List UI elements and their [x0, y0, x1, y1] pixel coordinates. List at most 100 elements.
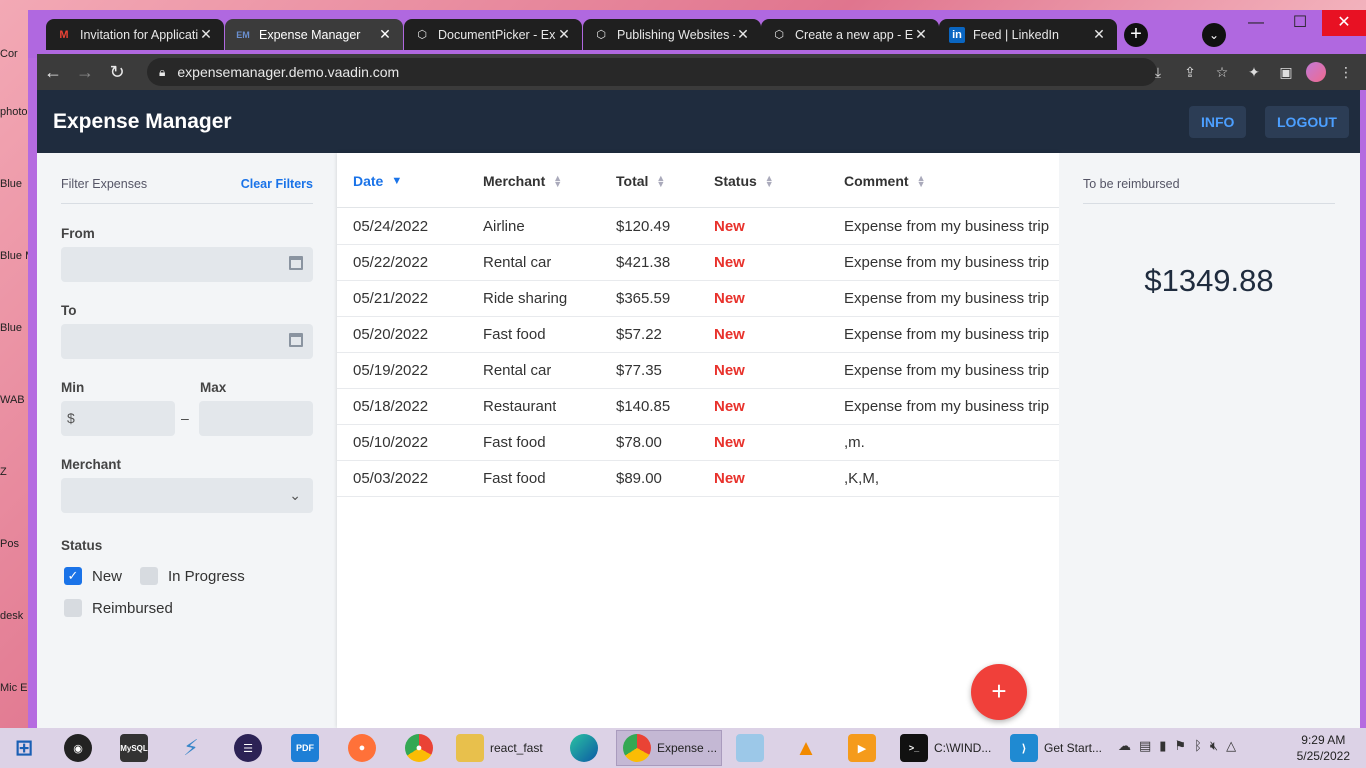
extensions-icon[interactable]: ✦ [1242, 60, 1266, 84]
tab-publishing-websites[interactable]: ⬡ Publishing Websites - ✕ [583, 19, 761, 50]
close-icon[interactable]: ✕ [556, 26, 572, 43]
volume-muted-icon[interactable]: 🔇︎ [1210, 738, 1218, 754]
chrome-icon[interactable] [623, 734, 651, 762]
merchant-select[interactable]: ⌄ [61, 478, 313, 513]
taskbar-app[interactable]: ⚡︎ [177, 730, 205, 766]
column-header-date[interactable]: Date ▼ [353, 173, 402, 189]
sort-icon[interactable]: ▲ ▼ [553, 174, 562, 189]
reload-icon[interactable]: ↻ [101, 56, 133, 88]
taskbar-app[interactable] [570, 730, 598, 766]
start-button[interactable]: ⊞ [10, 730, 38, 766]
table-row[interactable]: 05/19/2022 Rental car $77.35 New Expense fro… [337, 353, 1059, 389]
status-reimbursed-checkbox[interactable]: Reimbursed [64, 599, 173, 617]
minimize-button[interactable]: — [1234, 10, 1278, 36]
forward-icon[interactable]: → [69, 56, 101, 88]
media-player-icon[interactable]: ▶ [848, 734, 876, 762]
taskbar-app[interactable]: Expense ... [616, 730, 722, 766]
firefox-icon[interactable]: ● [348, 734, 376, 762]
app-tray-icon[interactable]: △ [1226, 738, 1236, 754]
clear-filters-button[interactable]: Clear Filters [241, 177, 313, 191]
taskbar-app[interactable]: ⟩ Get Start... [1004, 730, 1110, 766]
status-new-checkbox[interactable]: ✓ New [64, 567, 122, 585]
taskbar-app[interactable]: ● [348, 730, 376, 766]
profile-avatar[interactable] [1306, 62, 1326, 82]
network-icon[interactable]: ▤ [1139, 738, 1151, 754]
bluetooth-icon[interactable]: ᛒ [1194, 738, 1202, 754]
to-date-field[interactable] [61, 324, 313, 359]
calendar-icon[interactable] [289, 256, 303, 270]
min-amount-field[interactable]: $ [61, 401, 175, 436]
taskbar-app[interactable]: PDF [291, 730, 319, 766]
address-bar[interactable]: 🔒︎ expensemanager.demo.vaadin.com [147, 58, 1157, 86]
taskbar-app[interactable]: react_fast [450, 730, 556, 766]
bolt-app-icon[interactable]: ⚡︎ [177, 734, 205, 762]
lock-icon[interactable]: 🔒︎ [159, 65, 165, 80]
close-icon[interactable]: ✕ [913, 26, 929, 43]
close-icon[interactable]: ✕ [198, 26, 214, 43]
tab-gmail[interactable]: M Invitation for Applicati ✕ [46, 19, 224, 50]
windows-start-icon[interactable]: ⊞ [10, 734, 38, 762]
window-close-button[interactable]: ✕ [1322, 10, 1366, 36]
logout-button[interactable]: LOGOUT [1265, 106, 1349, 138]
tab-expense-manager[interactable]: EM Expense Manager ✕ [225, 19, 403, 50]
webcam-icon[interactable]: ◉ [64, 734, 92, 762]
chrome-icon[interactable]: ● [405, 734, 433, 762]
tab-linkedin[interactable]: in Feed | LinkedIn ✕ [939, 19, 1117, 50]
bookmark-star-icon[interactable]: ☆ [1210, 60, 1234, 84]
cmd-icon[interactable]: >_ [900, 734, 928, 762]
status-in-progress-checkbox[interactable]: In Progress [140, 567, 245, 585]
checkmark-icon[interactable]: ✓ [64, 567, 82, 585]
mysql-icon[interactable]: MySQL [120, 734, 148, 762]
table-row[interactable]: 05/10/2022 Fast food $78.00 New ,m. [337, 425, 1059, 461]
taskbar-app[interactable]: ▶ [848, 730, 876, 766]
eclipse-icon[interactable]: ☰ [234, 734, 262, 762]
taskbar-app[interactable]: >_ C:\WIND... [894, 730, 1000, 766]
install-icon[interactable]: ⤓ [1146, 60, 1170, 84]
maximize-button[interactable]: ☐ [1278, 10, 1322, 36]
taskbar-app[interactable]: ◉ [64, 730, 92, 766]
edge-icon[interactable] [570, 734, 598, 762]
sort-icon[interactable]: ▲ ▼ [917, 174, 926, 189]
power-icon[interactable]: ▮ [1159, 738, 1166, 754]
add-expense-button[interactable]: + [971, 664, 1027, 720]
close-icon[interactable]: ✕ [1091, 26, 1107, 43]
table-row[interactable]: 05/20/2022 Fast food $57.22 New Expense from… [337, 317, 1059, 353]
taskbar-app[interactable]: MySQL [120, 730, 148, 766]
from-date-field[interactable] [61, 247, 313, 282]
cloud-icon[interactable]: ☁ [1118, 738, 1131, 754]
pdf-icon[interactable]: PDF [291, 734, 319, 762]
tab-search-button[interactable]: ⌄ [1202, 23, 1226, 47]
table-row[interactable]: 05/24/2022 Airline $120.49 New Expense from … [337, 209, 1059, 245]
folder-icon[interactable] [456, 734, 484, 762]
vscode-icon[interactable]: ⟩ [1010, 734, 1038, 762]
table-row[interactable]: 05/18/2022 Restaurant $140.85 New Expense fr… [337, 389, 1059, 425]
column-header-comment[interactable]: Comment ▲ ▼ [844, 173, 925, 189]
menu-kebab-icon[interactable]: ⋮ [1334, 60, 1358, 84]
clock[interactable]: 9:29 AM 5/25/2022 [1297, 732, 1350, 764]
taskbar-app[interactable]: ☰ [234, 730, 262, 766]
sort-descending-icon[interactable]: ▼ [391, 176, 402, 187]
new-tab-button[interactable]: + [1124, 23, 1148, 47]
column-header-total[interactable]: Total ▲ ▼ [616, 173, 665, 189]
sort-icon[interactable]: ▲ ▼ [656, 174, 665, 189]
column-header-merchant[interactable]: Merchant ▲ ▼ [483, 173, 562, 189]
taskbar-app[interactable] [736, 730, 764, 766]
info-button[interactable]: INFO [1189, 106, 1247, 138]
taskbar-app[interactable]: ● [405, 730, 433, 766]
taskbar-app[interactable]: ▲ [792, 730, 820, 766]
share-icon[interactable]: ⇪ [1178, 60, 1202, 84]
max-amount-field[interactable] [199, 401, 313, 436]
close-icon[interactable]: ✕ [377, 26, 393, 43]
checkbox-box[interactable] [64, 599, 82, 617]
side-panel-icon[interactable]: ▣ [1274, 60, 1298, 84]
flag-icon[interactable]: ⚑ [1174, 738, 1186, 754]
tab-create-new-app[interactable]: ⬡ Create a new app - Ex ✕ [761, 19, 939, 50]
table-row[interactable]: 05/21/2022 Ride sharing $365.59 New Expense … [337, 281, 1059, 317]
back-icon[interactable]: ← [37, 56, 69, 88]
vlc-icon[interactable]: ▲ [792, 734, 820, 762]
notepad-icon[interactable] [736, 734, 764, 762]
calendar-icon[interactable] [289, 333, 303, 347]
checkbox-box[interactable] [140, 567, 158, 585]
table-row[interactable]: 05/03/2022 Fast food $89.00 New ,K,M, [337, 461, 1059, 497]
chevron-down-icon[interactable]: ⌄ [289, 487, 301, 504]
